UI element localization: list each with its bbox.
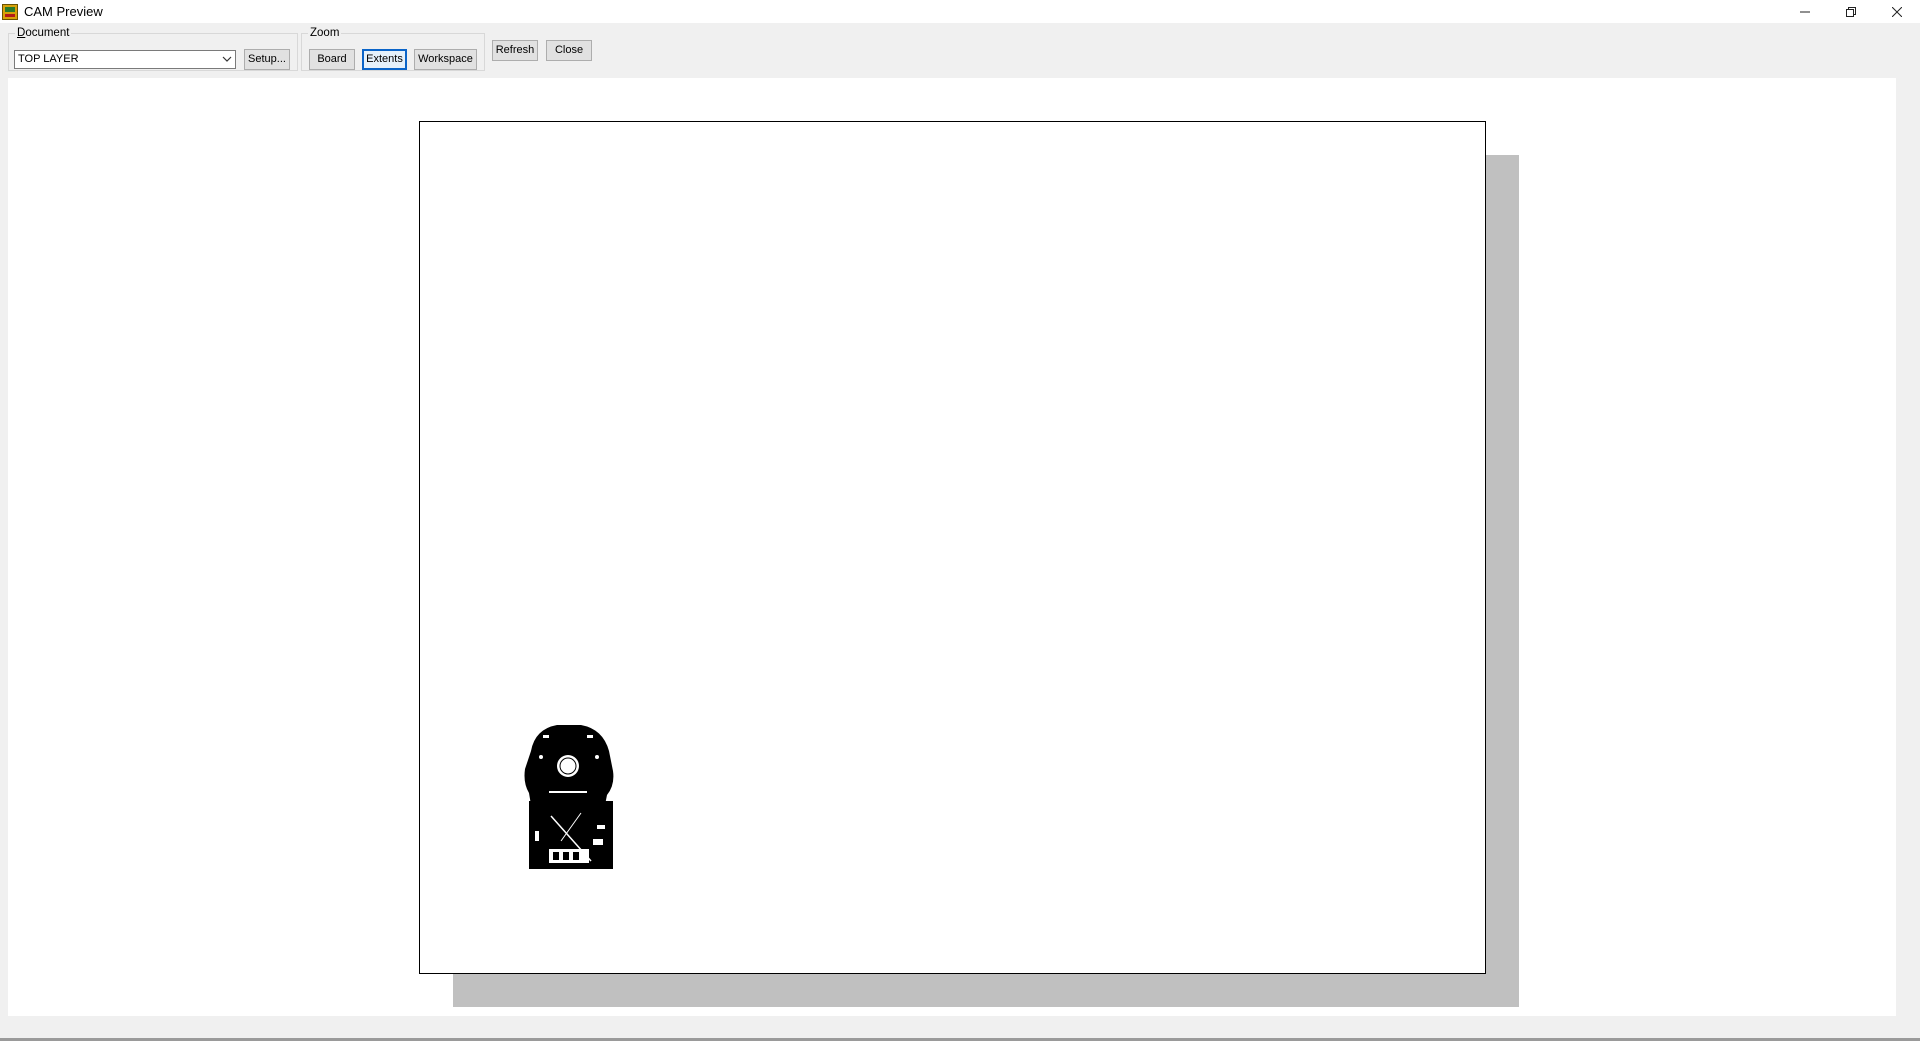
extents-button-label: Extents <box>366 53 403 65</box>
window-title: CAM Preview <box>24 4 103 19</box>
restore-icon[interactable] <box>1828 0 1874 23</box>
board-button-label: Board <box>317 53 347 65</box>
document-select-value: TOP LAYER <box>18 53 79 65</box>
document-group: Document TOP LAYER Setup... <box>8 27 298 71</box>
workspace-button[interactable]: Workspace <box>414 49 477 70</box>
cam-preview-window: CAM Preview Document TOP LAYER Setup... … <box>0 0 1920 1041</box>
close-button-label: Close <box>554 44 584 56</box>
document-legend-rest: ocument <box>25 27 70 39</box>
toolbar: Document TOP LAYER Setup... Zoom Board E… <box>0 23 1920 78</box>
pcb-board-preview <box>524 725 614 869</box>
extents-button[interactable]: Extents <box>362 49 407 70</box>
close-button[interactable]: Close <box>546 40 592 61</box>
setup-button-label: Setup... <box>248 53 286 65</box>
setup-button[interactable]: Setup... <box>244 49 290 70</box>
document-select[interactable]: TOP LAYER <box>14 50 236 69</box>
window-controls <box>1782 0 1920 23</box>
cam-app-icon <box>2 3 18 20</box>
refresh-button-label: Refresh <box>495 44 535 56</box>
title-bar[interactable]: CAM Preview <box>0 0 1920 23</box>
document-group-legend: Document <box>17 27 70 39</box>
minimize-icon[interactable] <box>1782 0 1828 23</box>
refresh-button[interactable]: Refresh <box>492 40 538 61</box>
zoom-group-legend: Zoom <box>310 27 340 39</box>
preview-canvas[interactable] <box>8 78 1896 1016</box>
chevron-down-icon <box>222 56 232 62</box>
close-icon[interactable] <box>1874 0 1920 23</box>
zoom-group: Zoom Board Extents Workspace <box>301 27 485 71</box>
board-button[interactable]: Board <box>309 49 355 70</box>
workspace-button-label: Workspace <box>418 53 473 65</box>
